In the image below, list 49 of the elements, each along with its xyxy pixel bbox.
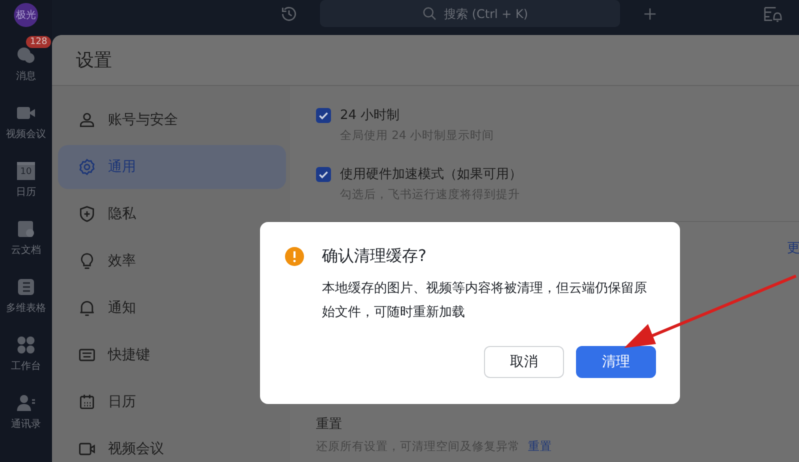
menu-item[interactable]: 快捷键 xyxy=(58,333,286,377)
settings-icon xyxy=(78,158,96,176)
sidebar-item[interactable]: 工作台 xyxy=(0,328,52,378)
option-title: 24 小时制 xyxy=(340,107,401,124)
chat-icon xyxy=(16,44,36,64)
unread-badge: 128 xyxy=(26,36,52,48)
search-field[interactable]: 搜索 (Ctrl + K) xyxy=(320,0,620,27)
keyboard-icon xyxy=(78,346,96,364)
menu-item[interactable]: 视频会议 xyxy=(58,427,286,462)
menu-item[interactable]: 日历 xyxy=(58,380,286,424)
reset-link[interactable]: 重置 xyxy=(528,439,552,454)
plus-icon[interactable] xyxy=(642,6,658,22)
video-camera-icon xyxy=(78,440,96,458)
section-title: 重置 xyxy=(316,416,343,433)
calendar-icon: 10 xyxy=(17,162,35,180)
menu-item[interactable]: 账号与安全 xyxy=(58,98,286,142)
menu-item[interactable]: 通知 xyxy=(58,286,286,330)
calendar-icon xyxy=(78,393,96,411)
checkbox[interactable] xyxy=(316,167,331,182)
avatar[interactable]: 极光 xyxy=(14,3,38,27)
sidebar-item[interactable]: 多维表格 xyxy=(0,270,52,320)
cancel-button[interactable]: 取消 xyxy=(484,346,564,378)
menu-item[interactable]: 效率 xyxy=(58,239,286,283)
dialog-title: 确认清理缓存? xyxy=(322,246,426,267)
dialog-message: 本地缓存的图片、视频等内容将被清理，但云端仍保留原始文件，可随时重新加载 xyxy=(322,280,648,322)
sidebar-item[interactable]: 视频会议 xyxy=(0,96,52,146)
menu-item[interactable]: 通用 xyxy=(58,145,286,189)
search-icon xyxy=(422,6,437,21)
sidebar-item[interactable]: 10 日历 xyxy=(0,154,52,204)
lightbulb-icon xyxy=(78,252,96,270)
table-icon xyxy=(16,276,36,296)
sidebar-item[interactable]: 128 消息 xyxy=(0,38,52,88)
menu-item[interactable]: 隐私 xyxy=(58,192,286,236)
grid-icon xyxy=(16,334,36,354)
contacts-icon xyxy=(16,392,36,412)
bell-icon xyxy=(78,299,96,317)
notification-list-icon[interactable] xyxy=(763,4,783,22)
option-title: 使用硬件加速模式（如果可用） xyxy=(340,166,522,183)
document-icon xyxy=(16,218,36,238)
link[interactable]: 更 xyxy=(787,239,799,257)
warning-icon xyxy=(285,247,304,266)
user-icon xyxy=(78,111,96,129)
confirm-button[interactable]: 清理 xyxy=(576,346,656,378)
sidebar-item[interactable]: 云文档 xyxy=(0,212,52,262)
checkbox[interactable] xyxy=(316,108,331,123)
history-icon[interactable] xyxy=(280,4,298,22)
sidebar-item[interactable]: 通讯录 xyxy=(0,386,52,436)
shield-icon xyxy=(78,205,96,223)
settings-title: 设置 xyxy=(76,49,112,72)
